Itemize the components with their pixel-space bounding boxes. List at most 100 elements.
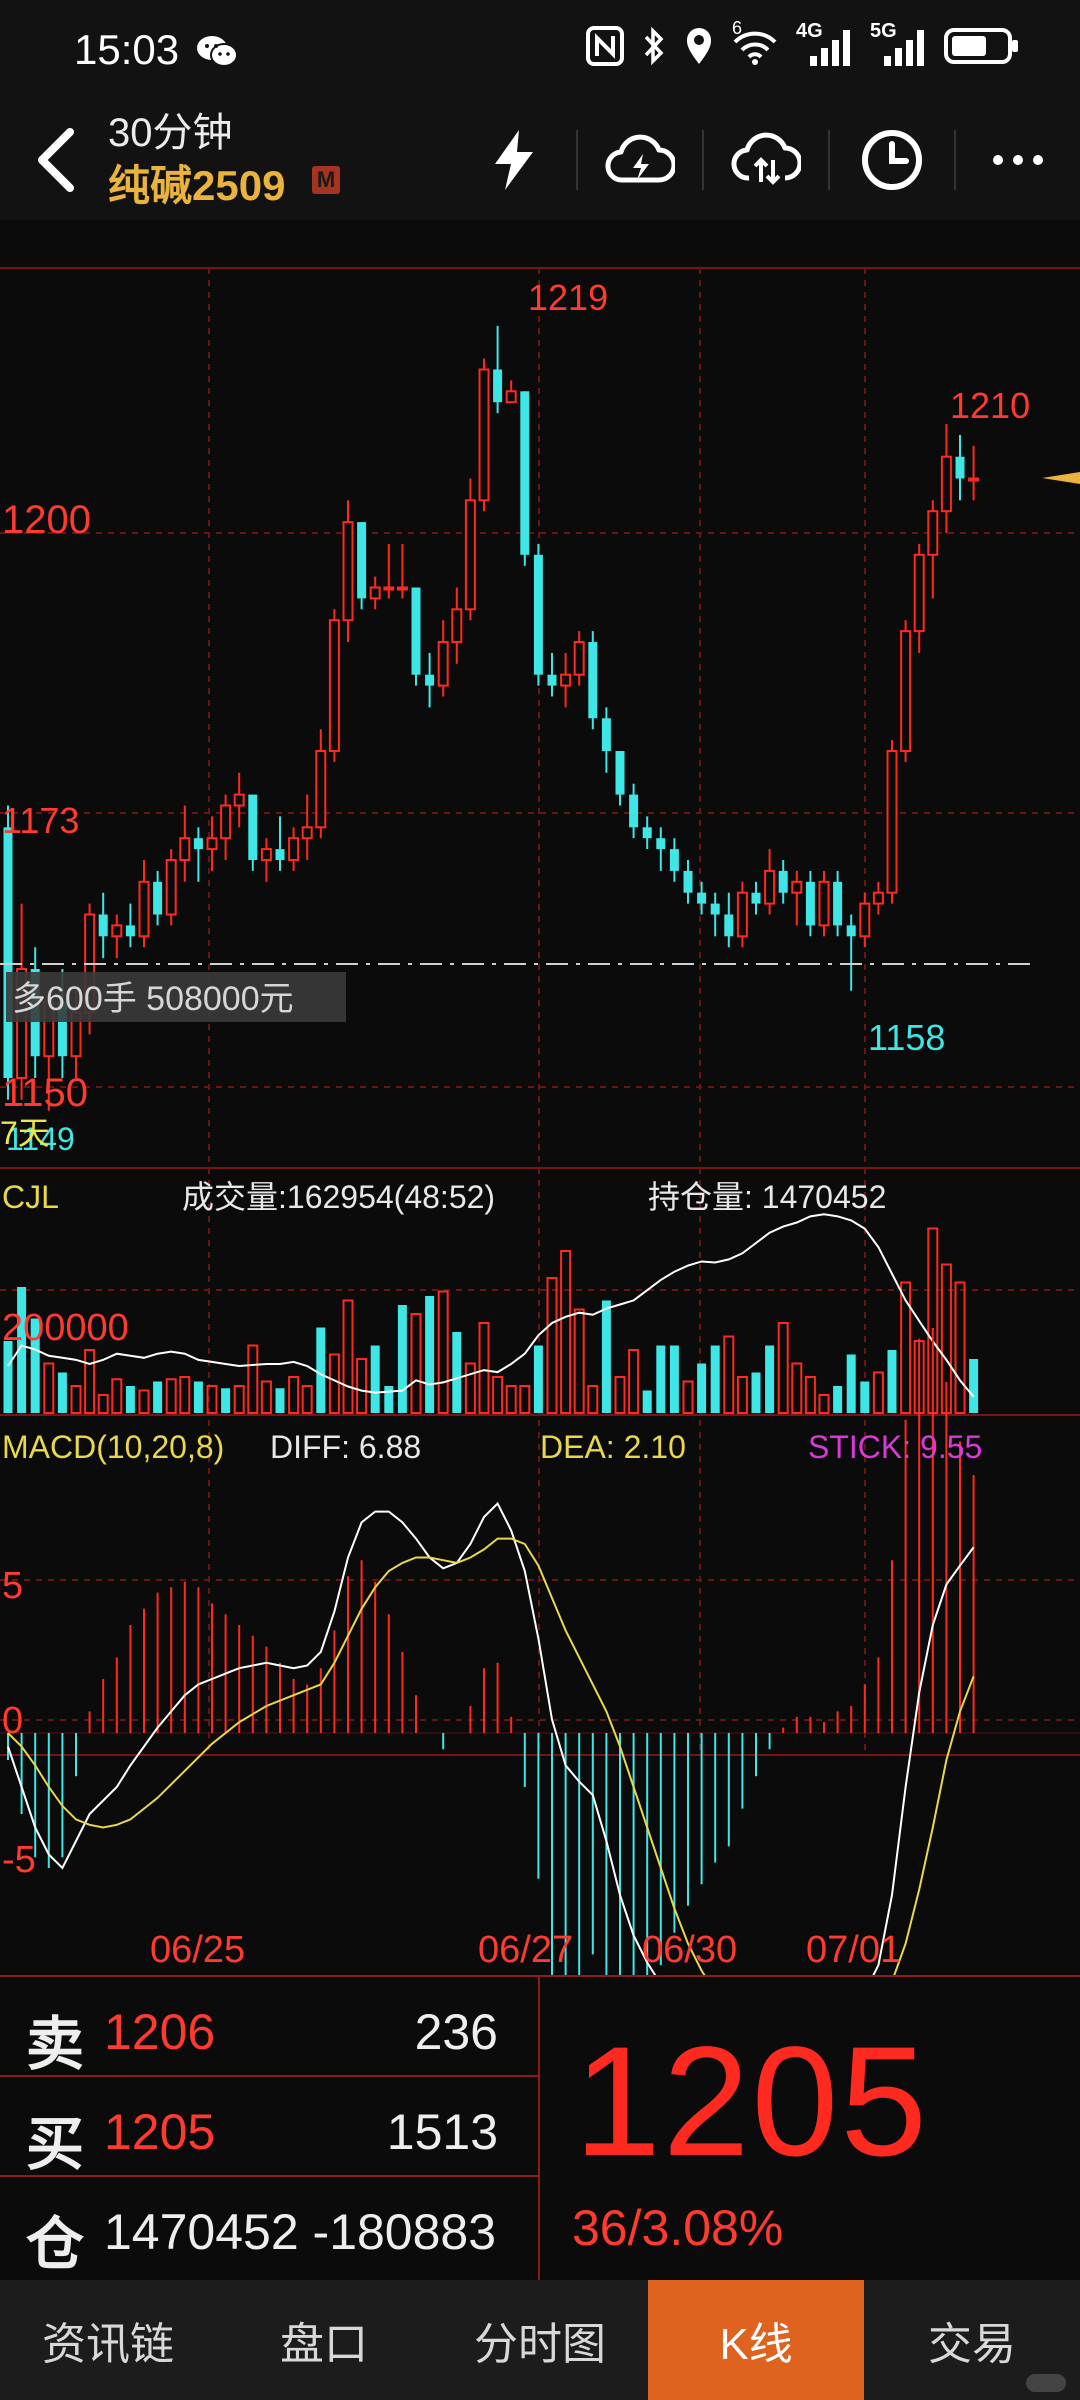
volume-bar-up xyxy=(492,1376,504,1414)
volume-bar-down xyxy=(765,1345,775,1413)
cloud-condition-button[interactable] xyxy=(578,100,702,220)
candle-body-up xyxy=(342,521,354,622)
candle-body-up xyxy=(872,891,884,905)
candle-body-down xyxy=(615,751,625,795)
open-interest-label: 持仓量: 1470452 xyxy=(648,1179,886,1215)
volume-bar-down xyxy=(125,1386,135,1413)
candle-body-down xyxy=(629,794,639,828)
ask-price: 1206 xyxy=(104,2004,216,2060)
candle-body-up xyxy=(315,750,327,829)
ask-volume: 236 xyxy=(414,2004,498,2060)
volume-label: 成交量:162954(48:52) xyxy=(182,1179,495,1215)
signal-4g-icon: 4G xyxy=(796,20,852,66)
open-interest-row: 仓 1470452 -180883 xyxy=(0,2177,538,2277)
history-button[interactable] xyxy=(830,100,954,220)
macd-series xyxy=(7,1328,975,1975)
back-arrow-icon[interactable] xyxy=(26,120,86,200)
order-book: 卖 1206 236 买 1205 1513 仓 1470452 -180883 xyxy=(0,1977,540,2282)
volume-bar-up xyxy=(179,1376,191,1414)
volume-bar-up xyxy=(342,1299,354,1414)
volume-bar-down xyxy=(3,1341,13,1413)
chart-period[interactable]: 30分钟 xyxy=(108,100,233,158)
volume-bar-up xyxy=(736,1376,748,1414)
lightning-icon xyxy=(495,130,533,190)
tab-timeshare[interactable]: 分时图 xyxy=(432,2280,648,2400)
bid-row[interactable]: 买 1205 1513 xyxy=(0,2077,538,2177)
candle-body-up xyxy=(560,673,572,687)
candle-body-down xyxy=(3,827,13,1078)
candle-body-down xyxy=(411,587,421,675)
bid-key: 买 xyxy=(26,2112,85,2177)
toolbar xyxy=(452,100,1080,220)
candle-body-up xyxy=(369,586,381,600)
volume-bar-up xyxy=(505,1385,517,1414)
watermark xyxy=(1026,2374,1066,2392)
volume-bar-up xyxy=(84,1349,96,1414)
volume-bar-up xyxy=(247,1344,259,1414)
volume-bar-down xyxy=(710,1345,720,1413)
wifi-label: 6 xyxy=(732,18,743,38)
more-button[interactable] xyxy=(956,100,1080,220)
candle-body-up xyxy=(886,750,898,894)
diff-label: DIFF: 6.88 xyxy=(270,1429,421,1465)
contract-symbol[interactable]: 纯碱2509 xyxy=(108,152,285,213)
candle-body-down xyxy=(805,881,815,926)
volume-bar-down xyxy=(969,1359,979,1413)
candle-body-down xyxy=(955,456,965,479)
tab-order-book[interactable]: 盘口 xyxy=(216,2280,432,2400)
nfc-icon xyxy=(586,26,624,66)
volume-bar-up xyxy=(260,1380,272,1414)
volume-bar-up xyxy=(165,1378,177,1414)
volume-bar-down xyxy=(887,1350,897,1413)
clock-icon xyxy=(862,130,922,190)
volume-bar-down xyxy=(833,1386,843,1413)
candle-body-down xyxy=(642,827,652,839)
cloud-sync-button[interactable] xyxy=(704,100,828,220)
date-label-0625: 06/25 xyxy=(150,1929,245,1971)
candle-body-down xyxy=(724,914,734,937)
tab-news-chain[interactable]: 资讯链 xyxy=(0,2280,216,2400)
volume-bar-up xyxy=(43,1362,55,1414)
dea-line xyxy=(7,1537,975,1975)
candle-body-up xyxy=(940,455,952,513)
volume-bar-up xyxy=(356,1358,368,1414)
battery-icon xyxy=(944,28,1018,64)
kline-chart[interactable]: 1200 1173 1150 1149 7天 1219 1210 1158 多6… xyxy=(0,220,1080,1975)
candle-body-up xyxy=(818,880,830,927)
candle-body-down xyxy=(697,892,707,904)
candle-body-up xyxy=(859,902,871,938)
price-label-1150: 1150 xyxy=(2,1071,88,1115)
candle-body-up xyxy=(764,869,776,905)
tab-kline[interactable]: K线 xyxy=(648,2280,864,2400)
volume-bar-up xyxy=(97,1394,109,1414)
volume-bar-down xyxy=(193,1381,203,1413)
volume-bar-down xyxy=(397,1305,407,1413)
candle-body-up xyxy=(383,586,395,591)
candle-body-down xyxy=(275,849,285,860)
candle-body-down xyxy=(520,391,530,555)
candle-body-up xyxy=(451,608,463,643)
bottom-tab-bar: 资讯链 盘口 分时图 K线 交易 xyxy=(0,2280,1080,2400)
volume-bar-up xyxy=(546,1277,558,1414)
candle-body-up xyxy=(220,804,232,840)
price-change: 36/3.08% xyxy=(572,2200,784,2256)
volume-bar-up xyxy=(478,1322,490,1414)
candle-body-up xyxy=(927,510,939,556)
volume-bar-up xyxy=(614,1376,626,1414)
app-bar: 30分钟 纯碱2509 M xyxy=(0,100,1080,220)
status-icons: 6 4G 5G xyxy=(586,18,1020,66)
volume-bar-down xyxy=(751,1372,761,1413)
macd-label: MACD(10,20,8) xyxy=(2,1429,224,1465)
date-label-0630: 06/30 xyxy=(642,1929,737,1971)
low-label: 1158 xyxy=(868,1017,945,1058)
candle-body-down xyxy=(98,914,108,937)
volume-bar-up xyxy=(777,1322,789,1414)
volume-bar-down xyxy=(656,1345,666,1413)
volume-bar-up xyxy=(628,1349,640,1414)
macd-tick-5: 5 xyxy=(2,1565,23,1607)
cloud-lightning-icon xyxy=(605,134,675,183)
ask-row[interactable]: 卖 1206 236 xyxy=(0,1977,538,2077)
candle-body-up xyxy=(111,924,123,938)
volume-bar-up xyxy=(437,1290,449,1414)
flash-order-button[interactable] xyxy=(452,100,576,220)
